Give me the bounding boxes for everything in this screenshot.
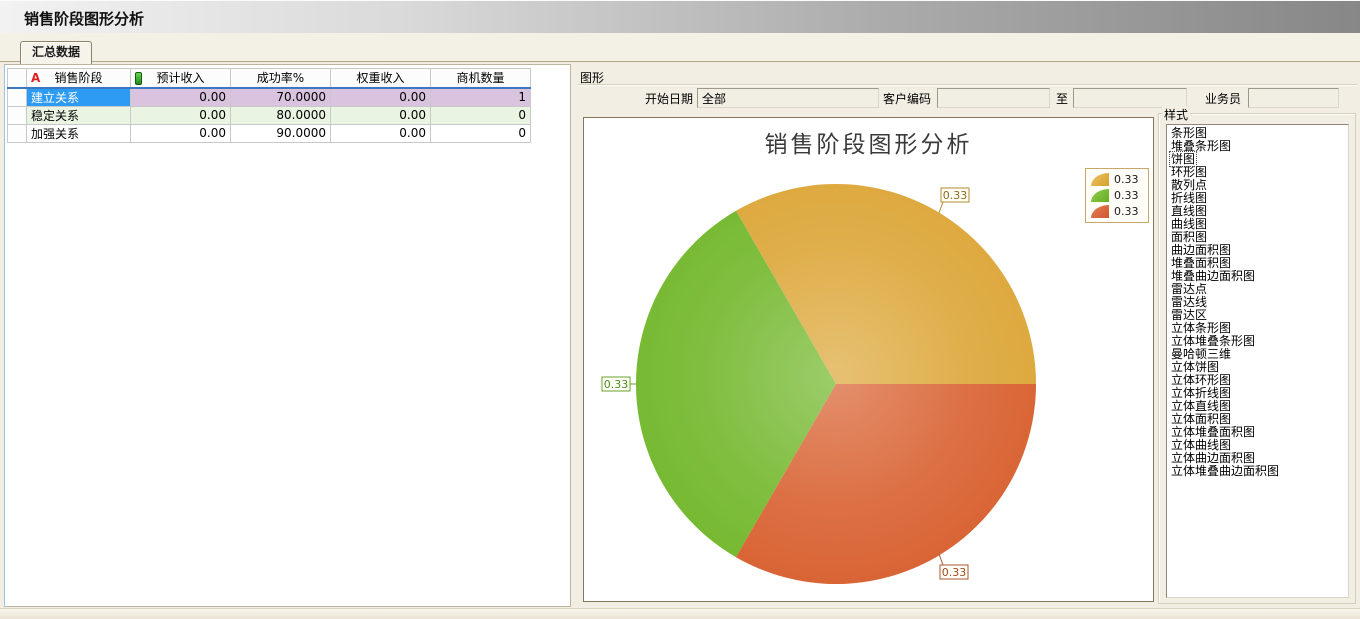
sales-stage-table: A 销售阶段 预计收入 成功率% 权重收入 商机数量 建立关系 0.00 70.… — [7, 68, 531, 143]
column-header-weighted[interactable]: 权重收入 — [331, 69, 431, 88]
legend-value: 0.33 — [1114, 173, 1139, 186]
start-date-label: 开始日期 — [645, 91, 693, 107]
slice-label: 0.33 — [943, 189, 968, 202]
cell-success[interactable]: 80.0000 — [231, 106, 331, 124]
numeric-column-icon — [135, 72, 142, 85]
column-header-label: 权重收入 — [356, 71, 404, 85]
customer-code-input[interactable] — [937, 88, 1050, 108]
chart-style-listbox[interactable]: 条形图堆叠条形图饼图环形图散列点折线图直线图曲线图面积图曲边面积图堆叠面积图堆叠… — [1166, 124, 1349, 598]
legend-swatch-icon — [1091, 173, 1109, 186]
row-indicator[interactable] — [8, 124, 27, 142]
pie-shine-overlay — [636, 184, 1036, 584]
range-to-input[interactable] — [1073, 88, 1187, 108]
row-indicator[interactable] — [8, 106, 27, 124]
cell-success[interactable]: 70.0000 — [231, 88, 331, 107]
window-title-bar: 销售阶段图形分析 — [0, 0, 1360, 33]
cell-weighted[interactable]: 0.00 — [331, 88, 431, 107]
customer-code-label: 客户编码 — [883, 91, 931, 107]
slice-label: 0.33 — [942, 566, 967, 579]
legend-entry: 0.33 — [1091, 205, 1143, 218]
cell-expected[interactable]: 0.00 — [131, 106, 231, 124]
bottom-status-strip — [0, 608, 1360, 619]
style-list-item[interactable]: 堆叠条形图 — [1170, 140, 1347, 153]
column-header-count[interactable]: 商机数量 — [431, 69, 531, 88]
style-list-item[interactable]: 立体堆叠曲边面积图 — [1170, 465, 1347, 478]
cell-weighted[interactable]: 0.00 — [331, 106, 431, 124]
cell-expected[interactable]: 0.00 — [131, 88, 231, 107]
cell-count[interactable]: 1 — [431, 88, 531, 107]
tab-summary-data[interactable]: 汇总数据 — [20, 41, 92, 64]
legend-swatch-icon — [1091, 189, 1109, 202]
column-header-stage[interactable]: A 销售阶段 — [27, 69, 131, 88]
cell-count[interactable]: 0 — [431, 106, 531, 124]
column-header-label: 销售阶段 — [54, 71, 102, 85]
legend-value: 0.33 — [1114, 189, 1139, 202]
column-header-label: 预计收入 — [156, 71, 204, 85]
cell-stage[interactable]: 稳定关系 — [27, 106, 131, 124]
column-header-success[interactable]: 成功率% — [231, 69, 331, 88]
row-indicator-header — [8, 69, 27, 88]
label-leader-line — [939, 554, 943, 565]
legend-swatch-icon — [1091, 205, 1109, 218]
summary-grid-panel: A 销售阶段 预计收入 成功率% 权重收入 商机数量 建立关系 0.00 70.… — [4, 64, 571, 607]
legend-entry: 0.33 — [1091, 173, 1143, 186]
tab-strip: 汇总数据 — [0, 33, 1360, 62]
chart-legend: 0.33 0.33 0.33 — [1085, 168, 1149, 223]
pie-chart: 0.33 0.33 0.33 — [584, 118, 1153, 601]
graph-group-separator — [578, 84, 1357, 85]
chart-title: 销售阶段图形分析 — [584, 125, 1153, 159]
table-row: 建立关系 0.00 70.0000 0.00 1 — [8, 88, 531, 107]
page-title: 销售阶段图形分析 — [24, 8, 144, 29]
table-row: 加强关系 0.00 90.0000 0.00 0 — [8, 124, 531, 142]
table-row: 稳定关系 0.00 80.0000 0.00 0 — [8, 106, 531, 124]
cell-success[interactable]: 90.0000 — [231, 124, 331, 142]
cell-count[interactable]: 0 — [431, 124, 531, 142]
table-header-row: A 销售阶段 预计收入 成功率% 权重收入 商机数量 — [8, 69, 531, 88]
salesman-input[interactable] — [1248, 88, 1339, 108]
style-group-label: 样式 — [1162, 106, 1190, 123]
label-leader-line — [939, 202, 943, 213]
column-header-label: 商机数量 — [456, 71, 504, 85]
legend-value: 0.33 — [1114, 205, 1139, 218]
row-indicator[interactable] — [8, 88, 27, 107]
text-column-icon: A — [31, 71, 40, 85]
pie-chart-container: 0.33 0.33 0.33 销售阶段图形分析 0.33 0.33 0.33 — [583, 117, 1154, 602]
slice-label: 0.33 — [604, 378, 629, 391]
column-header-expected[interactable]: 预计收入 — [131, 69, 231, 88]
column-header-label: 成功率% — [257, 71, 304, 85]
start-date-input[interactable] — [697, 88, 879, 108]
cell-stage[interactable]: 建立关系 — [27, 88, 131, 107]
cell-expected[interactable]: 0.00 — [131, 124, 231, 142]
legend-entry: 0.33 — [1091, 189, 1143, 202]
salesman-label: 业务员 — [1205, 91, 1241, 107]
cell-stage[interactable]: 加强关系 — [27, 124, 131, 142]
cell-weighted[interactable]: 0.00 — [331, 124, 431, 142]
range-to-label: 至 — [1056, 91, 1068, 107]
